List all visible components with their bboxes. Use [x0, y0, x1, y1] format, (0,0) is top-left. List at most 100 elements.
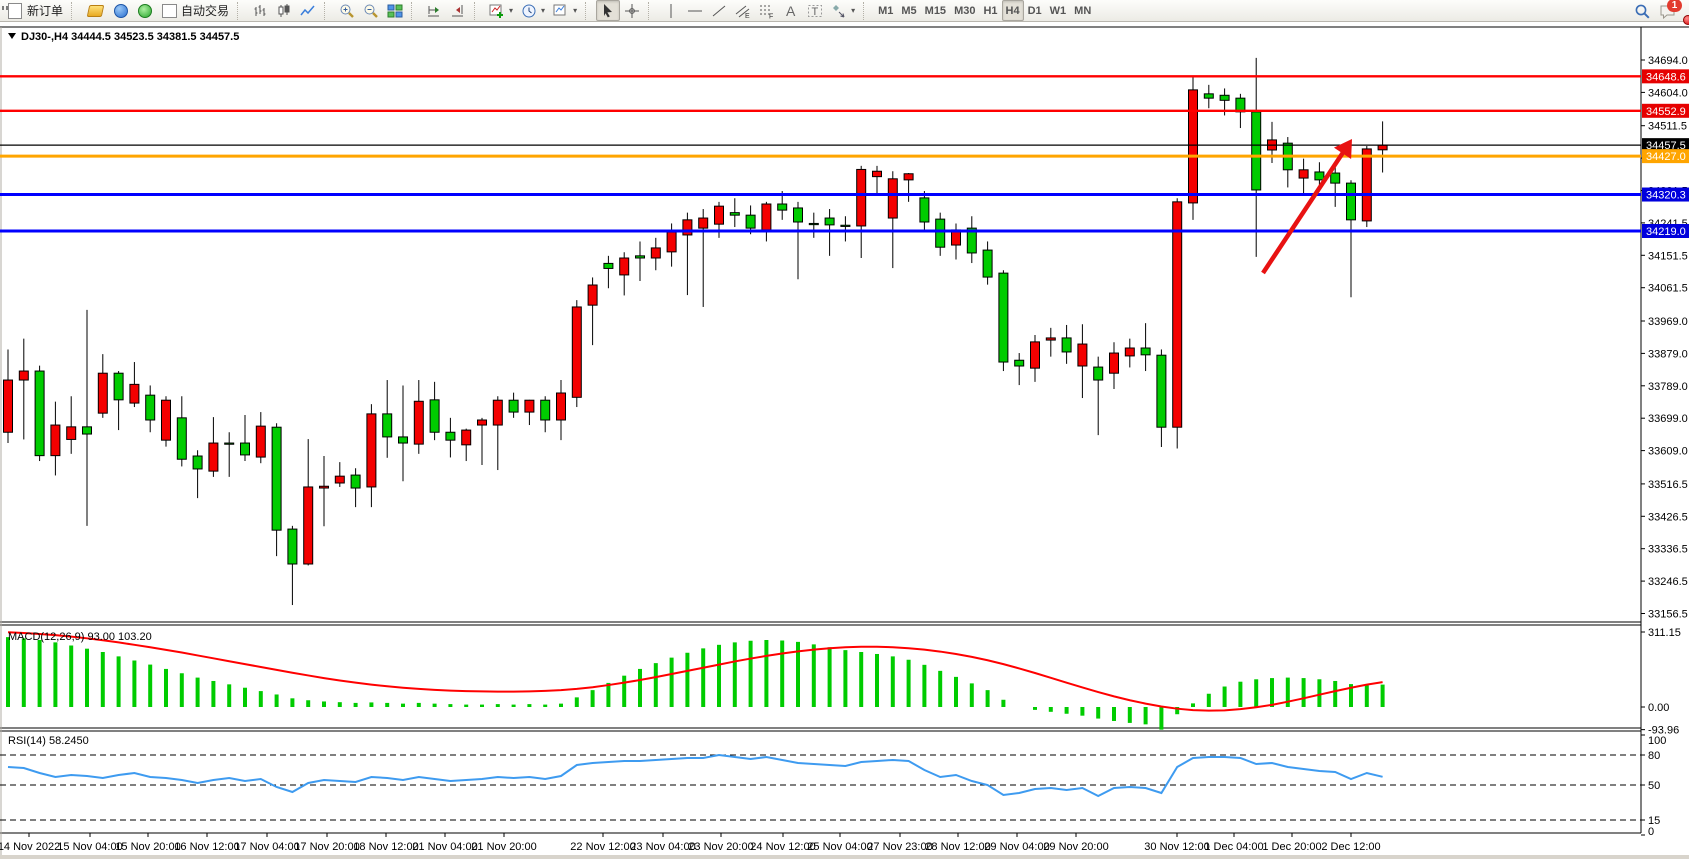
- toolbar-separator: [411, 2, 419, 20]
- price-level-label: 34320.3: [1646, 190, 1686, 202]
- templates-icon: [553, 3, 569, 19]
- time-tick-label: 15 Nov 20:00: [115, 841, 180, 853]
- timeframe-d1-button[interactable]: D1: [1024, 0, 1046, 21]
- candlestick-chart-button[interactable]: [272, 0, 296, 21]
- timeframe-m1-button[interactable]: M1: [874, 0, 897, 21]
- candle-body: [667, 232, 676, 252]
- text-icon: A: [783, 3, 799, 19]
- vertical-line-button[interactable]: [659, 0, 683, 21]
- time-tick-label: 23 Nov 20:00: [688, 841, 753, 853]
- candle-body: [1031, 342, 1040, 368]
- text-label-button[interactable]: T: [803, 0, 827, 21]
- text-button[interactable]: A: [779, 0, 803, 21]
- candle-body: [446, 432, 455, 440]
- new-order-button[interactable]: 新订单: [2, 0, 67, 21]
- toolbar-separator: [474, 2, 482, 20]
- chart-shift-button[interactable]: [446, 0, 470, 21]
- timeframe-h4-button[interactable]: H4: [1002, 0, 1024, 21]
- timeframe-m30-button[interactable]: M30: [950, 0, 979, 21]
- candle-body: [130, 384, 139, 403]
- timeframe-label: H4: [1006, 5, 1020, 17]
- timeframe-m15-button[interactable]: M15: [921, 0, 950, 21]
- indicators-icon: [489, 3, 505, 19]
- cursor-button[interactable]: [596, 0, 620, 21]
- candle-body: [462, 430, 471, 445]
- arrows-button[interactable]: ▾: [827, 0, 859, 21]
- rsi-axis-label: 50: [1648, 780, 1660, 792]
- candle-body: [572, 307, 581, 397]
- trendline-button[interactable]: [707, 0, 731, 21]
- candle-body: [478, 420, 487, 425]
- chart-header: DJ30-,H4 34444.5 34523.5 34381.5 34457.5: [8, 31, 239, 43]
- market-button[interactable]: [82, 0, 109, 21]
- candle-body: [4, 380, 13, 432]
- candle-body: [1299, 170, 1308, 178]
- candle-body: [1094, 367, 1103, 380]
- candle-body: [51, 425, 60, 456]
- candle-body: [1173, 202, 1182, 427]
- time-tick-label: 17 Nov 04:00: [234, 841, 299, 853]
- chat-icon[interactable]: 1: [1659, 3, 1677, 19]
- chart-shift-icon: [450, 3, 466, 19]
- time-tick-label: 1 Dec 20:00: [1262, 841, 1321, 853]
- candle-body: [1157, 355, 1166, 427]
- autoscroll-button[interactable]: [422, 0, 446, 21]
- candle-body: [98, 373, 107, 413]
- candle-body: [809, 223, 818, 224]
- svg-text:A: A: [786, 3, 796, 19]
- bar-chart-button[interactable]: [248, 0, 272, 21]
- tile-windows-button[interactable]: [383, 0, 407, 21]
- price-tick-label: 34511.5: [1648, 121, 1687, 133]
- candle-body: [904, 174, 913, 180]
- trendline-icon: [711, 3, 727, 19]
- indicators-button[interactable]: ▾: [485, 0, 517, 21]
- autotrading-button[interactable]: 自动交易: [157, 0, 233, 21]
- candle-body: [604, 263, 613, 268]
- candle-body: [146, 395, 155, 420]
- chart-area[interactable]: 34694.034604.034511.534421.534331.534241…: [0, 0, 1689, 859]
- price-tick-label: 34151.5: [1648, 250, 1688, 262]
- toolbar: 新订单自动交易▾▾▾EFAT▾M1M5M15M30H1H4D1W1MN1: [0, 0, 1689, 22]
- line-chart-button[interactable]: [296, 0, 320, 21]
- candle-body: [1378, 145, 1387, 150]
- price-tick-label: 33336.5: [1648, 544, 1688, 556]
- crosshair-button[interactable]: [620, 0, 644, 21]
- periods-button[interactable]: ▾: [517, 0, 549, 21]
- candle-body: [1252, 112, 1261, 190]
- price-tick-label: 34061.5: [1648, 283, 1688, 295]
- line-chart-icon: [300, 3, 316, 19]
- timeframe-h1-button[interactable]: H1: [979, 0, 1001, 21]
- equidistant-channel-button[interactable]: E: [731, 0, 755, 21]
- label-icon: T: [807, 3, 823, 19]
- candle-body: [873, 171, 882, 176]
- timeframe-m5-button[interactable]: M5: [897, 0, 920, 21]
- timeframe-label: M1: [878, 5, 893, 17]
- zoom-in-button[interactable]: [335, 0, 359, 21]
- candle-body: [1046, 338, 1055, 340]
- timeframe-w1-button[interactable]: W1: [1046, 0, 1071, 21]
- timeframe-label: H1: [983, 5, 997, 17]
- time-tick-label: 21 Nov 20:00: [471, 841, 536, 853]
- templates-button[interactable]: ▾: [549, 0, 581, 21]
- candle-body: [1347, 183, 1356, 220]
- zoom-in-icon: [339, 3, 355, 19]
- search-icon[interactable]: [1634, 3, 1651, 19]
- fibonacci-button[interactable]: F: [755, 0, 779, 21]
- toolbar-separator: [648, 2, 656, 20]
- timeframe-label: D1: [1028, 5, 1042, 17]
- timeframe-mn-button[interactable]: MN: [1070, 0, 1095, 21]
- candle-body: [730, 213, 739, 216]
- macd-axis-label: 0.00: [1648, 702, 1669, 714]
- time-tick-label: 29 Nov 20:00: [1043, 841, 1108, 853]
- candle-body: [509, 400, 518, 412]
- rsi-axis-label: 0: [1648, 826, 1654, 838]
- zoom-out-button[interactable]: [359, 0, 383, 21]
- signals-button[interactable]: [133, 0, 157, 21]
- community-button[interactable]: [109, 0, 133, 21]
- autotrading-button-label: 自动交易: [181, 2, 229, 19]
- time-tick-label: 27 Nov 23:00: [867, 841, 932, 853]
- horizontal-line-button[interactable]: [683, 0, 707, 21]
- time-tick-label: 23 Nov 04:00: [630, 841, 695, 853]
- time-tick-label: 25 Nov 04:00: [807, 841, 872, 853]
- cursor-icon: [600, 3, 616, 19]
